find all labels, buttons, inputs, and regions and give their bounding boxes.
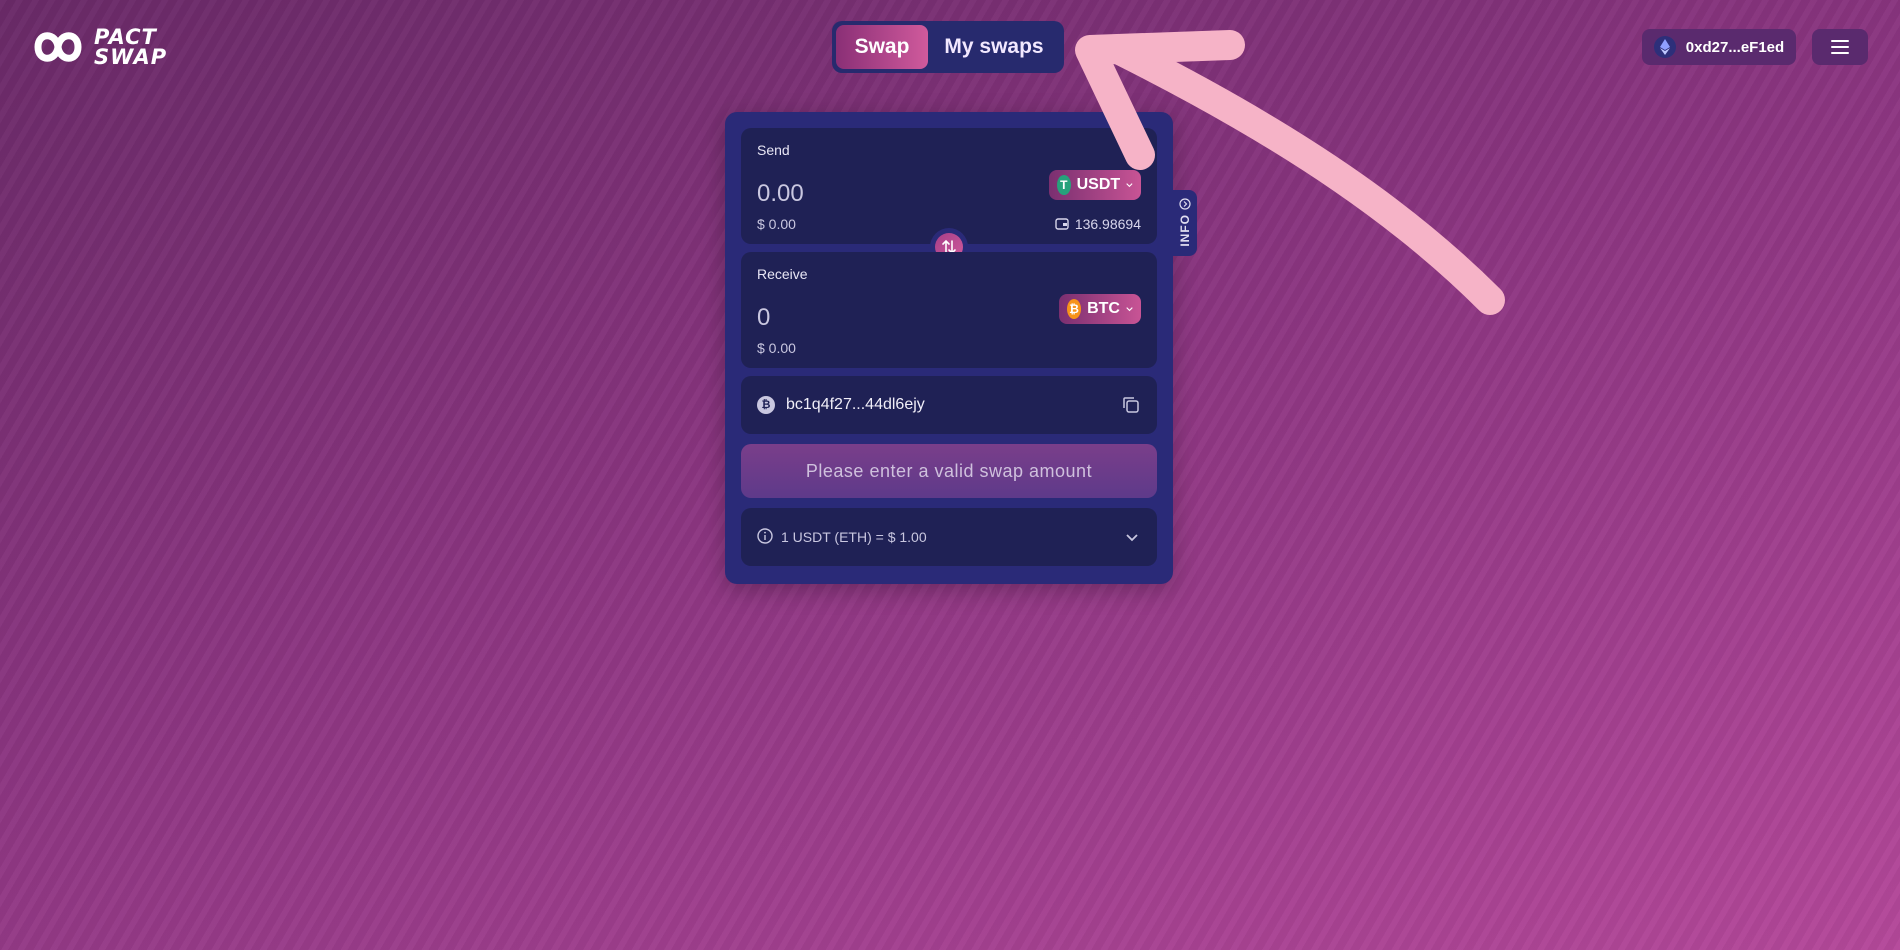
annotation-arrow-icon xyxy=(1075,30,1505,315)
recipient-address[interactable]: bc1q4f27...44dl6ejy xyxy=(786,396,925,414)
tab-my-swaps[interactable]: My swaps xyxy=(928,25,1060,69)
menu-line-icon xyxy=(1831,52,1849,54)
receive-amount: 0 xyxy=(757,304,771,331)
send-usd-value: $ 0.00 xyxy=(757,216,796,232)
tab-swap[interactable]: Swap xyxy=(836,25,928,69)
receive-label: Receive xyxy=(757,266,808,282)
exchange-rate-text: 1 USDT (ETH) = $ 1.00 xyxy=(781,529,927,545)
logo-line-2: SWAP xyxy=(94,45,168,69)
logo-wordmark: PACT SWAP xyxy=(94,25,168,69)
copy-icon[interactable] xyxy=(1121,395,1141,415)
top-tab-switcher: Swap My swaps xyxy=(832,21,1064,73)
chevron-down-icon[interactable] xyxy=(1125,530,1139,544)
wallet-button[interactable]: 0xd27...eF1ed xyxy=(1642,29,1796,65)
wallet-address: 0xd27...eF1ed xyxy=(1685,38,1785,56)
rate-panel[interactable]: 1 USDT (ETH) = $ 1.00 xyxy=(741,508,1157,566)
logo-line-1: PACT xyxy=(94,25,157,49)
menu-line-icon xyxy=(1831,46,1849,48)
send-label: Send xyxy=(757,142,790,158)
infinity-logo-icon xyxy=(34,32,82,62)
menu-line-icon xyxy=(1831,40,1849,42)
swap-submit-button[interactable]: Please enter a valid swap amount xyxy=(741,444,1157,498)
recipient-address-panel: ₿ bc1q4f27...44dl6ejy xyxy=(741,376,1157,434)
ethereum-icon xyxy=(1653,36,1676,58)
pactswap-logo[interactable]: PACT SWAP xyxy=(28,24,167,70)
bitcoin-small-icon: ₿ xyxy=(757,396,775,414)
send-amount-input[interactable]: 0.00 xyxy=(757,180,804,208)
info-circle-icon xyxy=(757,528,773,544)
receive-usd-value: $ 0.00 xyxy=(757,340,796,356)
hamburger-menu-button[interactable] xyxy=(1812,29,1868,65)
